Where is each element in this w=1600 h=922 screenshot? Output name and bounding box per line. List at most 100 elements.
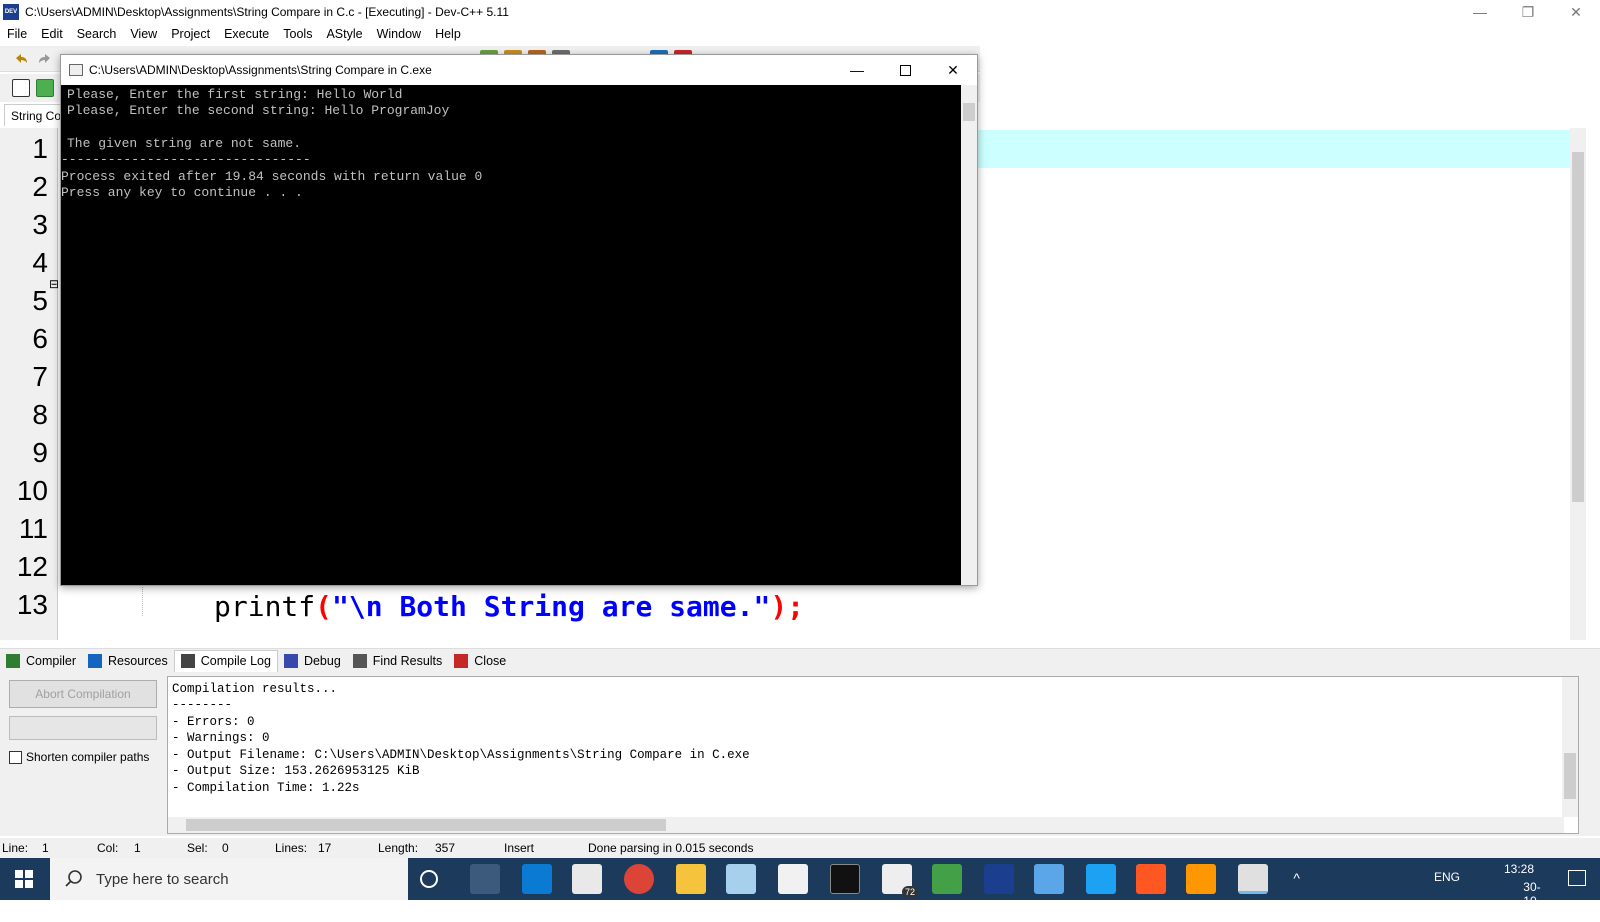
search-icon: [65, 870, 82, 887]
windows-taskbar: Type here to search 72 ^ ENG 13:28 30-10…: [0, 858, 1600, 922]
grid-icon: [6, 653, 20, 668]
tab-close[interactable]: Close: [448, 650, 512, 672]
console-maximize-button[interactable]: [881, 55, 929, 85]
console-title-bar[interactable]: C:\Users\ADMIN\Desktop\Assignments\Strin…: [61, 55, 977, 85]
menu-execute[interactable]: Execute: [217, 27, 276, 41]
console-title: C:\Users\ADMIN\Desktop\Assignments\Strin…: [89, 63, 432, 77]
shorten-paths-checkbox[interactable]: [9, 750, 22, 764]
clock-date[interactable]: 30-10-2019: [1523, 880, 1550, 922]
restore-button[interactable]: ❐: [1504, 0, 1552, 24]
status-mode: Insert: [504, 841, 535, 855]
code-paren-close: );: [770, 590, 805, 623]
taskbar-search[interactable]: Type here to search: [50, 858, 408, 900]
vlc-icon[interactable]: [1186, 864, 1216, 894]
new-project-icon[interactable]: [12, 79, 30, 97]
code-string-literal: "\n Both String are same.": [332, 590, 771, 623]
console-vertical-scrollbar[interactable]: [961, 85, 977, 585]
menu-window[interactable]: Window: [370, 27, 428, 41]
clock-time[interactable]: 13:28: [1504, 862, 1534, 876]
code-line-13[interactable]: printf("\n Both String are same.");: [214, 590, 804, 623]
console-line: Please, Enter the second string: Hello P…: [67, 103, 450, 118]
devcpp-taskbar-icon[interactable]: [984, 864, 1014, 894]
start-button[interactable]: [0, 858, 48, 900]
office-icon[interactable]: [1136, 864, 1166, 894]
menu-view[interactable]: View: [123, 27, 164, 41]
line-number-gutter: 1 2 3 4 5 6 7 8 9 10 11 12 13 ⊟: [0, 128, 59, 640]
task-view-icon[interactable]: [470, 864, 500, 894]
tab-find-results[interactable]: Find Results: [347, 650, 448, 672]
log-line: --------: [172, 698, 233, 712]
status-bar: Line: 1 Col: 1 Sel: 0 Lines: 17 Length: …: [0, 838, 1600, 858]
log-vertical-scrollbar[interactable]: [1562, 677, 1578, 817]
fold-toggle-icon[interactable]: ⊟: [49, 277, 59, 291]
console-window[interactable]: C:\Users\ADMIN\Desktop\Assignments\Strin…: [60, 54, 978, 586]
twitter-icon[interactable]: [1086, 864, 1116, 894]
bottom-tab-bar: Compiler Resources Compile Log Debug Fin…: [0, 648, 1600, 672]
scroll-thumb[interactable]: [1564, 753, 1576, 799]
log-horizontal-scrollbar[interactable]: [168, 817, 1564, 833]
menu-search[interactable]: Search: [70, 27, 124, 41]
menu-project[interactable]: Project: [164, 27, 217, 41]
close-icon: [454, 653, 469, 668]
line-number: 9: [32, 437, 48, 468]
menu-file[interactable]: File: [0, 27, 34, 41]
console-close-button[interactable]: ✕: [929, 55, 977, 85]
tab-compile-log[interactable]: Compile Log: [173, 649, 278, 672]
store-icon[interactable]: [572, 864, 602, 894]
console-app-icon[interactable]: [830, 864, 860, 894]
tab-compiler[interactable]: Compiler: [0, 650, 82, 672]
tab-label: Close: [474, 653, 507, 668]
tab-label: Debug: [303, 653, 341, 668]
tab-debug[interactable]: Debug: [278, 650, 347, 672]
abort-compilation-button[interactable]: Abort Compilation: [9, 680, 157, 708]
chrome-icon[interactable]: [624, 864, 654, 894]
document-app-icon[interactable]: [778, 864, 808, 894]
console-app-icon: [69, 64, 83, 76]
scroll-thumb[interactable]: [1572, 152, 1584, 502]
console-line: Please, Enter the first string: Hello Wo…: [67, 87, 403, 102]
status-length-value: 357: [435, 841, 456, 855]
spreadsheet-icon[interactable]: [932, 864, 962, 894]
status-line-label: Line:: [2, 841, 29, 855]
code-function: printf: [214, 590, 316, 623]
status-lines-label: Lines:: [275, 841, 308, 855]
log-line: - Errors: 0: [172, 715, 255, 729]
notifications-icon[interactable]: [1568, 870, 1586, 886]
window-title: C:\Users\ADMIN\Desktop\Assignments\Strin…: [25, 5, 509, 19]
file-explorer-icon[interactable]: [676, 864, 706, 894]
status-sel-label: Sel:: [187, 841, 208, 855]
line-number: 7: [32, 361, 48, 392]
menu-help[interactable]: Help: [428, 27, 468, 41]
line-number: 1: [32, 133, 48, 164]
check-icon: [283, 653, 298, 668]
class-browser-icon[interactable]: [36, 79, 54, 97]
cortana-icon[interactable]: [420, 870, 438, 888]
console-minimize-button[interactable]: —: [833, 55, 881, 85]
undo-icon[interactable]: [12, 50, 30, 68]
editor-vertical-scrollbar[interactable]: [1570, 128, 1586, 640]
menu-edit[interactable]: Edit: [34, 27, 70, 41]
resources-icon: [88, 653, 103, 668]
file-tab[interactable]: String Compare in C.c: [4, 104, 64, 126]
close-button[interactable]: ✕: [1552, 0, 1600, 24]
shorten-paths-option[interactable]: Shorten compiler paths: [9, 750, 149, 764]
redo-icon[interactable]: [36, 50, 54, 68]
menu-astyle[interactable]: AStyle: [319, 27, 369, 41]
compile-log-output[interactable]: Compilation results... -------- - Errors…: [167, 676, 1579, 834]
edge-icon[interactable]: [522, 864, 552, 894]
minimize-button[interactable]: —: [1456, 0, 1504, 24]
tab-resources[interactable]: Resources: [82, 650, 174, 672]
console-line: Press any key to continue . . .: [61, 185, 303, 200]
console-line: Process exited after 19.84 seconds with …: [61, 169, 483, 184]
tray-overflow-icon[interactable]: ^: [1293, 870, 1300, 886]
notes-app-icon[interactable]: [726, 864, 756, 894]
scroll-thumb[interactable]: [186, 819, 666, 831]
photos-icon[interactable]: [1034, 864, 1064, 894]
language-indicator[interactable]: ENG: [1434, 870, 1460, 884]
active-console-icon[interactable]: [1238, 864, 1268, 894]
search-placeholder: Type here to search: [96, 870, 229, 888]
menu-tools[interactable]: Tools: [276, 27, 319, 41]
mail-icon[interactable]: 72: [882, 864, 918, 898]
console-output[interactable]: Please, Enter the first string: Hello Wo…: [61, 85, 961, 585]
scroll-thumb[interactable]: [963, 103, 975, 121]
